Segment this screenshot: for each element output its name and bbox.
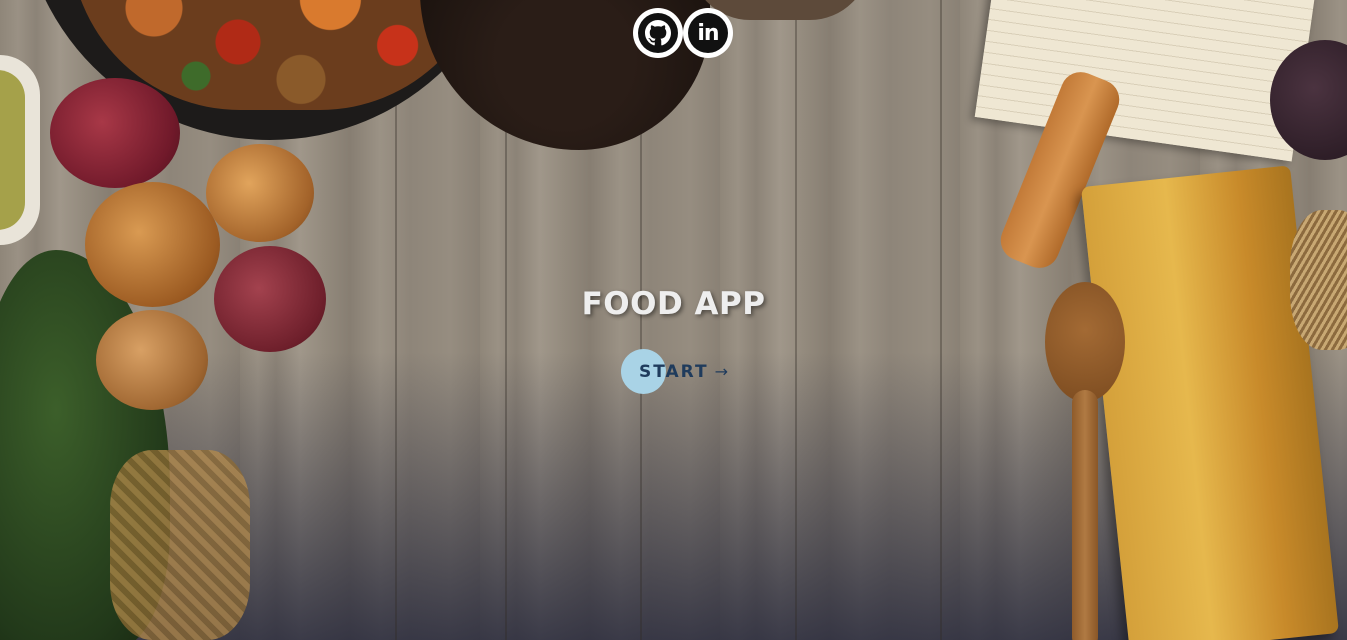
wooden-spoon-handle (1072, 390, 1098, 640)
whisk-image (1290, 210, 1347, 350)
arrow-right-icon: → (714, 362, 729, 381)
onion-image (206, 144, 314, 242)
start-button[interactable]: START → (621, 349, 731, 394)
linkedin-link[interactable]: in (683, 8, 733, 58)
onion-image (96, 310, 208, 410)
linkedin-icon: in (688, 13, 728, 53)
linkedin-icon-text: in (697, 20, 719, 46)
recipe-notebook-image (974, 0, 1316, 162)
landing-page: in FOOD APP START → (0, 0, 1347, 640)
github-icon (638, 13, 678, 53)
pasta-image (110, 450, 250, 640)
app-title: FOOD APP (581, 286, 766, 322)
start-button-label: START (639, 361, 709, 382)
github-link[interactable] (633, 8, 683, 58)
olives-image (0, 70, 25, 230)
red-onion-image (50, 78, 180, 188)
social-links: in (633, 8, 733, 58)
